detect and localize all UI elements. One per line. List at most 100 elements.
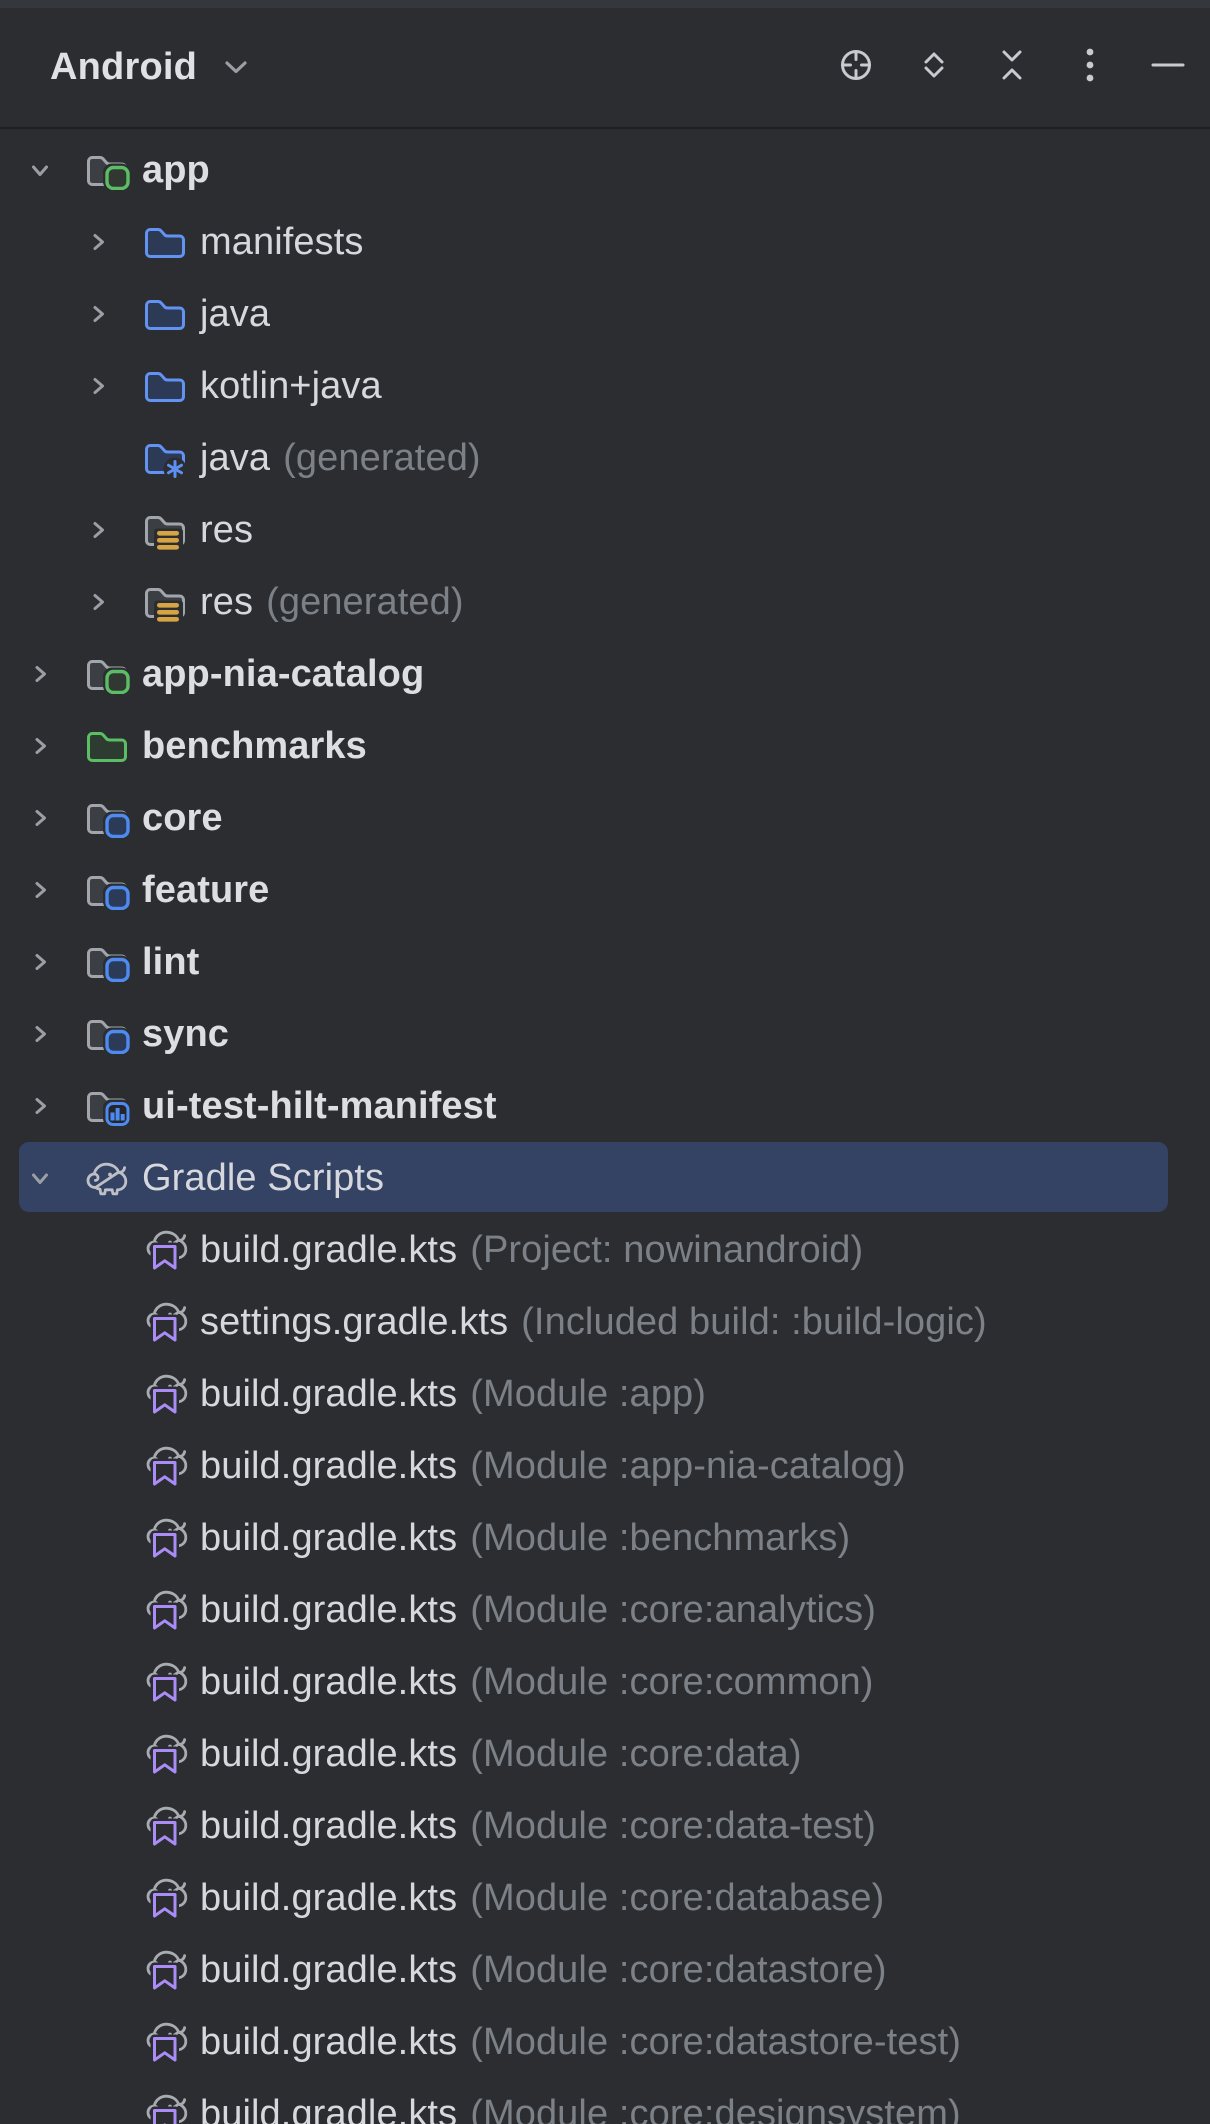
tree-item-label: kotlin+java (200, 365, 382, 408)
folder-green-icon (84, 726, 130, 766)
tree-item-label: res (200, 509, 253, 552)
collapse-all-button[interactable] (984, 40, 1040, 96)
tree-item-label: manifests (200, 221, 364, 264)
tree-row[interactable]: build.gradle.kts(Module :app) (0, 1358, 1210, 1430)
chevron-right-icon[interactable] (80, 231, 116, 253)
tree-row[interactable]: build.gradle.kts (Module :core:analytics) (0, 1574, 1210, 1646)
tree-row[interactable]: java(generated) (0, 422, 1210, 494)
gradle-kts-icon (142, 1949, 188, 1991)
gradle-kts-icon (142, 1373, 188, 1415)
gradle-kts-icon (142, 1805, 188, 1847)
chevron-down-icon[interactable] (22, 159, 58, 181)
tree-row[interactable]: build.gradle.kts(Module :core:database) (0, 1862, 1210, 1934)
tree-row[interactable]: feature (0, 854, 1210, 926)
project-tree: appmanifestsjavakotlin+javajava(generate… (0, 129, 1210, 2124)
tree-item-qualifier: (Module :core:database) (470, 1877, 884, 1920)
tree-item-label: build.gradle.kts (200, 1733, 457, 1776)
tool-window-header: Android (0, 8, 1210, 129)
tree-row[interactable]: app-nia-catalog (0, 638, 1210, 710)
toolbar-actions (828, 40, 1196, 96)
chevron-right-icon[interactable] (22, 1023, 58, 1045)
gradle-kts-icon (142, 1517, 188, 1559)
tree-row[interactable]: res(generated) (0, 566, 1210, 638)
folder-res-icon (142, 510, 188, 550)
chevron-right-icon[interactable] (80, 591, 116, 613)
tree-row[interactable]: build.gradle.kts(Module :benchmarks) (0, 1502, 1210, 1574)
tree-item-label: settings.gradle.kts (200, 1301, 508, 1344)
tree-item-qualifier: (Module :core:datastore) (470, 1949, 886, 1992)
chevron-right-icon[interactable] (22, 1095, 58, 1117)
tree-item-label: build.gradle.kts (200, 1445, 457, 1488)
module-folder-blue-icon (84, 798, 130, 838)
module-folder-blue-icon (84, 942, 130, 982)
tree-item-qualifier: (Module :core:designsystem) (470, 2093, 961, 2124)
tree-row[interactable]: app (0, 134, 1210, 206)
tree-item-label: ui-test-hilt-manifest (142, 1085, 497, 1128)
tree-row[interactable]: Gradle Scripts (0, 1142, 1210, 1214)
tree-row[interactable]: java (0, 278, 1210, 350)
chevron-right-icon[interactable] (22, 807, 58, 829)
tree-row[interactable]: res (0, 494, 1210, 566)
tree-row[interactable]: core (0, 782, 1210, 854)
hide-panel-button[interactable] (1140, 40, 1196, 96)
tree-row[interactable]: kotlin+java (0, 350, 1210, 422)
gradle-icon (84, 1158, 130, 1198)
gradle-kts-icon (142, 1445, 188, 1487)
tree-item-label: build.gradle.kts (200, 1661, 457, 1704)
chevron-right-icon[interactable] (22, 663, 58, 685)
tree-item-label: sync (142, 1013, 229, 1056)
gradle-kts-icon (142, 1733, 188, 1775)
tree-item-label: build.gradle.kts (200, 1805, 457, 1848)
tree-row[interactable]: build.gradle.kts (Module :core:designsyst… (0, 2078, 1210, 2124)
tree-row[interactable]: lint (0, 926, 1210, 998)
tree-row[interactable]: sync (0, 998, 1210, 1070)
tree-item-label: benchmarks (142, 725, 367, 768)
tree-row[interactable]: build.gradle.kts(Module :core:datastore) (0, 1934, 1210, 2006)
chevron-right-icon[interactable] (80, 519, 116, 541)
tree-row[interactable]: build.gradle.kts(Module :core:data-test) (0, 1790, 1210, 1862)
tree-row[interactable]: build.gradle.kts(Module :core:datastore-… (0, 2006, 1210, 2078)
tree-row[interactable]: build.gradle.kts(Project: nowinandroid) (0, 1214, 1210, 1286)
view-switcher-dropdown[interactable]: Android (50, 46, 248, 89)
tree-row[interactable]: manifests (0, 206, 1210, 278)
chevron-right-icon[interactable] (22, 879, 58, 901)
chevron-right-icon[interactable] (22, 735, 58, 757)
tree-item-label: java (200, 293, 270, 336)
tree-item-qualifier: (Module :benchmarks) (470, 1517, 850, 1560)
module-folder-green-icon (84, 150, 130, 190)
gradle-kts-icon (142, 1877, 188, 1919)
tree-row[interactable]: build.gradle.kts(Module :core:data) (0, 1718, 1210, 1790)
chevron-right-icon[interactable] (80, 303, 116, 325)
tree-item-label: lint (142, 941, 199, 984)
module-folder-green-icon (84, 654, 130, 694)
gradle-kts-icon (142, 1229, 188, 1271)
tree-item-label: build.gradle.kts (200, 2093, 457, 2124)
chevron-right-icon[interactable] (22, 951, 58, 973)
tree-row[interactable]: build.gradle.kts (Module :core:common) (0, 1646, 1210, 1718)
window-top-strip (0, 0, 1210, 8)
chevron-down-icon (224, 60, 248, 75)
chevron-right-icon[interactable] (80, 375, 116, 397)
gradle-kts-icon (142, 1589, 188, 1631)
tree-item-label: java (200, 437, 270, 480)
tree-item-label: build.gradle.kts (200, 2021, 457, 2064)
tree-item-qualifier: (Module :core:common) (470, 1661, 873, 1704)
tree-item-label: build.gradle.kts (200, 1229, 457, 1272)
gradle-kts-icon (142, 2093, 188, 2124)
tree-item-qualifier: (Module :core:analytics) (470, 1589, 876, 1632)
more-options-button[interactable] (1062, 40, 1118, 96)
tree-row[interactable]: build.gradle.kts(Module :app-nia-catalog… (0, 1430, 1210, 1502)
target-icon (828, 37, 884, 98)
folder-res-icon (142, 582, 188, 622)
chevron-down-icon[interactable] (22, 1167, 58, 1189)
tree-item-label: core (142, 797, 223, 840)
tree-item-label: app-nia-catalog (142, 653, 424, 696)
tree-row[interactable]: settings.gradle.kts(Included build: :bui… (0, 1286, 1210, 1358)
tree-row[interactable]: benchmarks (0, 710, 1210, 782)
tree-row[interactable]: ui-test-hilt-manifest (0, 1070, 1210, 1142)
select-opened-file-button[interactable] (828, 40, 884, 96)
tree-item-label: build.gradle.kts (200, 1589, 457, 1632)
expand-all-button[interactable] (906, 40, 962, 96)
project-tool-window: Android appmanifestsjavakotlin+javajava(… (0, 0, 1210, 2124)
tree-item-qualifier: (generated) (266, 581, 464, 624)
